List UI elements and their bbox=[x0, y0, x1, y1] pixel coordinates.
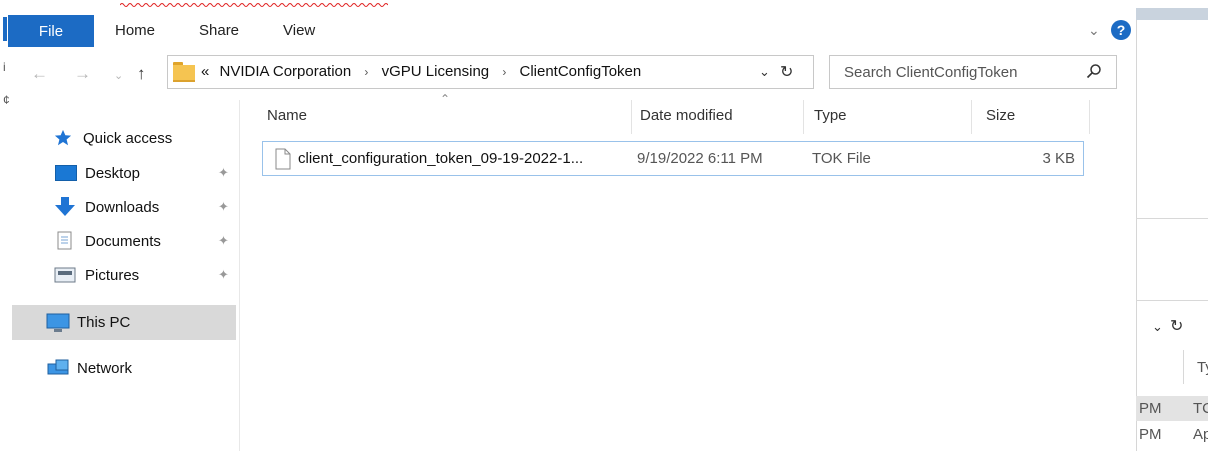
sidebar-item-network[interactable]: Network bbox=[46, 352, 132, 384]
network-icon bbox=[46, 358, 70, 378]
sidebar-item-label: Quick access bbox=[83, 129, 173, 147]
sidebar-item-label: Network bbox=[77, 359, 133, 377]
tab-view[interactable]: View bbox=[283, 22, 315, 39]
column-header-size[interactable]: Size bbox=[986, 107, 1015, 124]
column-divider bbox=[1183, 350, 1184, 384]
background-window-titlebar bbox=[1136, 8, 1208, 20]
row-type-fragment: Ap bbox=[1193, 426, 1208, 443]
breadcrumb: « NVIDIA Corporation › vGPU Licensing › … bbox=[201, 63, 641, 80]
desktop-icon bbox=[54, 163, 78, 183]
breadcrumb-vgpu-licensing[interactable]: vGPU Licensing bbox=[382, 63, 490, 80]
sidebar-item-this-pc[interactable]: This PC bbox=[12, 305, 236, 340]
recent-locations-chevron-icon[interactable]: ⌄ bbox=[114, 69, 123, 82]
pin-icon[interactable]: ✦ bbox=[218, 267, 229, 283]
column-header-name[interactable]: Name bbox=[267, 107, 307, 124]
tab-file[interactable]: File bbox=[8, 15, 94, 47]
back-arrow-icon[interactable]: ← bbox=[31, 64, 48, 84]
sidebar-item-label: Desktop bbox=[85, 164, 141, 182]
file-size: 3 KB bbox=[1042, 150, 1075, 167]
file-type: TOK File bbox=[812, 150, 871, 167]
sidebar-item-downloads[interactable]: Downloads bbox=[54, 191, 159, 223]
background-window-edge bbox=[3, 17, 7, 41]
file-icon bbox=[275, 148, 291, 170]
ribbon: File Home Share View ⌄ ? bbox=[0, 0, 1136, 47]
row-time-fragment: PM bbox=[1139, 426, 1162, 443]
breadcrumb-overflow[interactable]: « bbox=[201, 63, 209, 80]
help-icon[interactable]: ? bbox=[1111, 20, 1131, 40]
sidebar-item-label: Documents bbox=[85, 232, 161, 250]
sidebar-item-documents[interactable]: Documents bbox=[54, 225, 161, 257]
chevron-down-icon[interactable]: ⌄ bbox=[1088, 22, 1100, 39]
sort-ascending-icon: ⌃ bbox=[440, 92, 451, 106]
row-type-fragment: TC bbox=[1193, 400, 1208, 417]
sidebar-item-label: Pictures bbox=[85, 266, 140, 284]
file-name: client_configuration_token_09-19-2022-1.… bbox=[298, 150, 584, 167]
download-arrow-icon bbox=[54, 197, 78, 217]
refresh-icon[interactable]: ↻ bbox=[1170, 316, 1183, 336]
pin-icon[interactable]: ✦ bbox=[218, 165, 229, 181]
address-bar[interactable]: « NVIDIA Corporation › vGPU Licensing › … bbox=[167, 55, 814, 89]
column-divider[interactable] bbox=[803, 100, 804, 134]
column-divider[interactable] bbox=[1089, 100, 1090, 134]
chevron-down-icon[interactable]: ⌄ bbox=[1152, 319, 1163, 335]
search-input[interactable] bbox=[844, 62, 1074, 82]
sidebar-item-desktop[interactable]: Desktop bbox=[54, 157, 140, 189]
file-date-modified: 9/19/2022 6:11 PM bbox=[637, 150, 763, 167]
documents-icon bbox=[54, 231, 78, 251]
column-header-date-modified[interactable]: Date modified bbox=[640, 107, 733, 124]
background-window bbox=[1136, 20, 1208, 451]
computer-icon bbox=[46, 313, 70, 333]
divider bbox=[1136, 300, 1208, 301]
spellcheck-underline bbox=[120, 3, 388, 7]
refresh-icon[interactable]: ↻ bbox=[780, 62, 793, 82]
breadcrumb-nvidia-corporation[interactable]: NVIDIA Corporation bbox=[220, 63, 352, 80]
column-divider[interactable] bbox=[971, 100, 972, 134]
star-icon bbox=[52, 128, 76, 148]
up-arrow-icon[interactable]: ↑ bbox=[137, 64, 146, 84]
breadcrumb-separator-icon[interactable]: › bbox=[502, 65, 506, 79]
column-header-type[interactable]: Type bbox=[814, 107, 847, 124]
search-box bbox=[829, 55, 1117, 89]
sidebar-item-label: This PC bbox=[77, 314, 131, 331]
row-time-fragment: PM bbox=[1139, 400, 1162, 417]
column-divider[interactable] bbox=[631, 100, 632, 134]
pin-icon[interactable]: ✦ bbox=[218, 199, 229, 215]
sidebar-item-pictures[interactable]: Pictures bbox=[54, 259, 139, 291]
tab-home[interactable]: Home bbox=[115, 22, 155, 39]
table-row[interactable]: client_configuration_token_09-19-2022-1.… bbox=[262, 141, 1084, 176]
folder-icon bbox=[173, 62, 195, 82]
divider bbox=[1136, 218, 1208, 219]
search-icon[interactable] bbox=[1086, 63, 1102, 79]
sidebar-item-quick-access[interactable]: Quick access bbox=[52, 122, 172, 154]
sidebar-item-label: Downloads bbox=[85, 198, 160, 216]
breadcrumb-separator-icon[interactable]: › bbox=[364, 65, 368, 79]
address-dropdown-icon[interactable]: ⌄ bbox=[759, 64, 770, 80]
forward-arrow-icon[interactable]: → bbox=[74, 64, 91, 84]
pin-icon[interactable]: ✦ bbox=[218, 233, 229, 249]
column-header-fragment: Ty bbox=[1197, 359, 1208, 376]
edge-fragment: i bbox=[3, 60, 6, 74]
breadcrumb-clientconfigtoken[interactable]: ClientConfigToken bbox=[520, 63, 642, 80]
tab-share[interactable]: Share bbox=[199, 22, 239, 39]
pictures-icon bbox=[54, 265, 78, 285]
